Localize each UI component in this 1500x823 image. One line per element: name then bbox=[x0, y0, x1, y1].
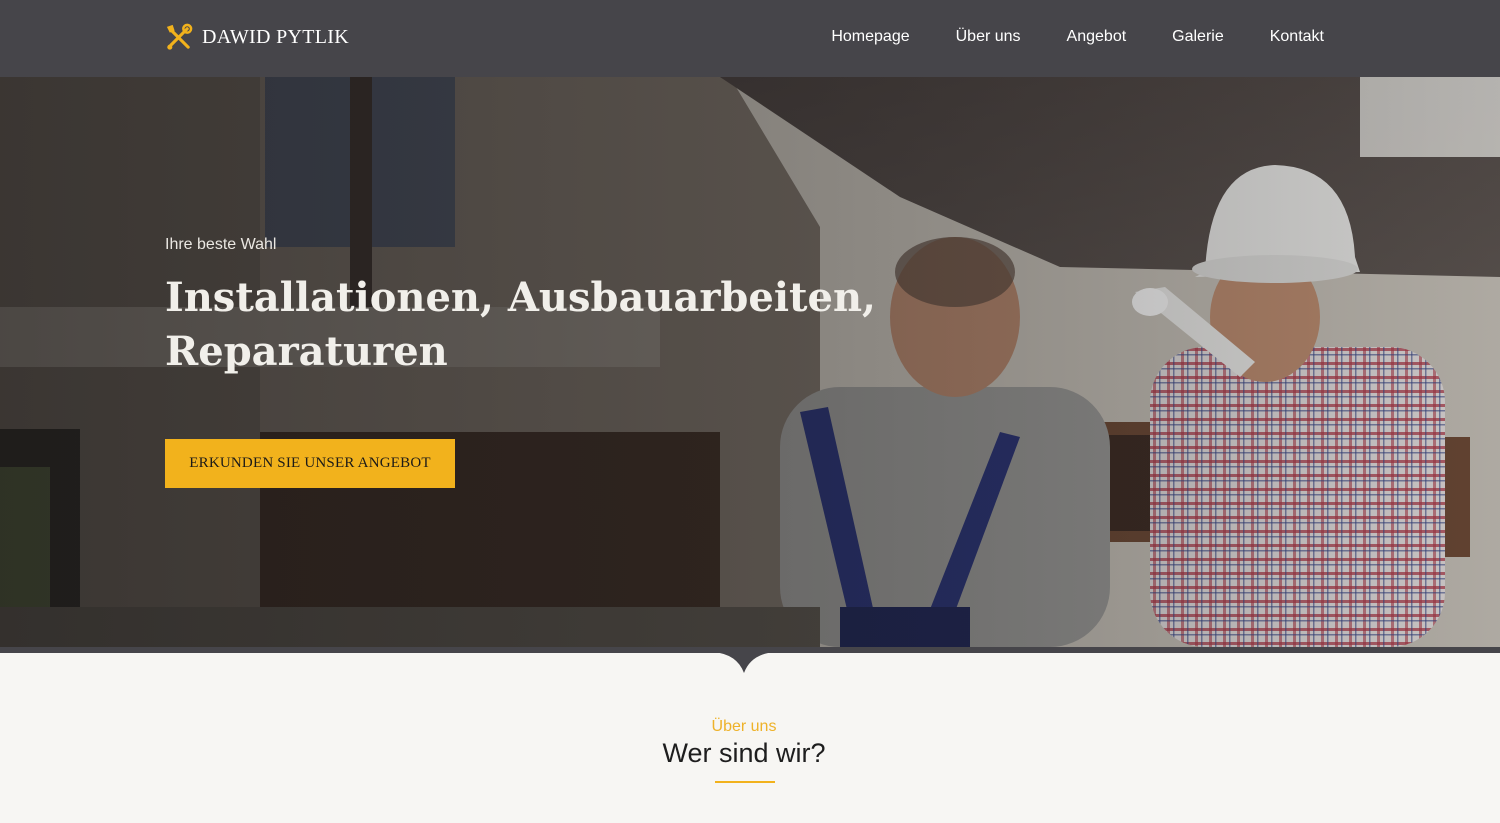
divider-notch bbox=[713, 652, 775, 673]
nav-homepage[interactable]: Homepage bbox=[831, 27, 909, 47]
page: DAWID PYTLIK Homepage Über uns Angebot G… bbox=[0, 0, 1500, 823]
nav-galerie[interactable]: Galerie bbox=[1172, 27, 1224, 47]
about-kicker: Über uns bbox=[711, 718, 777, 735]
tools-icon bbox=[166, 23, 193, 50]
main-nav: Homepage Über uns Angebot Galerie Kontak… bbox=[831, 27, 1324, 47]
hero-title: Installationen, Ausbauarbeiten, Reparatu… bbox=[165, 274, 876, 375]
logo-link[interactable]: DAWID PYTLIK bbox=[164, 22, 349, 52]
explore-offer-button[interactable]: ERKUNDEN SIE UNSER ANGEBOT bbox=[165, 439, 455, 488]
hero-kicker: Ihre beste Wahl bbox=[165, 236, 277, 253]
site-header: DAWID PYTLIK Homepage Über uns Angebot G… bbox=[0, 0, 1500, 77]
nav-kontakt[interactable]: Kontakt bbox=[1270, 27, 1324, 47]
about-section: Über uns Wer sind wir? bbox=[0, 653, 1500, 823]
logo-text: DAWID PYTLIK bbox=[202, 25, 349, 48]
about-title: Wer sind wir? bbox=[662, 738, 826, 768]
hero-section: Ihre beste Wahl Installationen, Ausbauar… bbox=[0, 77, 1500, 647]
nav-angebot[interactable]: Angebot bbox=[1067, 27, 1127, 47]
about-title-underline bbox=[715, 781, 775, 783]
nav-ueber-uns[interactable]: Über uns bbox=[956, 27, 1021, 47]
